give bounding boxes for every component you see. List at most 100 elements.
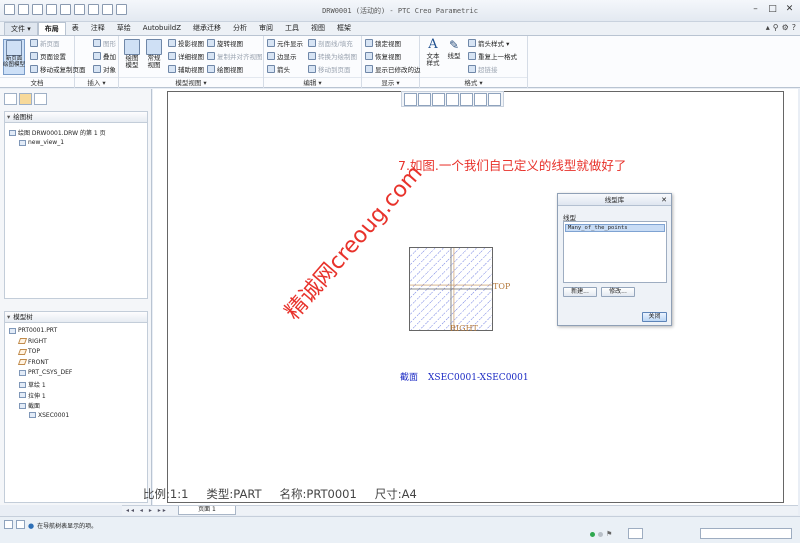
hatch-fill-button[interactable]: 剖面线/填充 <box>308 38 353 48</box>
model-tree-item[interactable]: TOP <box>17 348 40 355</box>
redo-icon[interactable] <box>74 4 85 15</box>
folder-tab-icon[interactable] <box>19 93 32 105</box>
ribbon-tab-2[interactable]: 表 <box>66 22 85 35</box>
model-tree-item-label: 草绘 1 <box>28 382 46 389</box>
ribbon-tab-6[interactable]: 继承迁移 <box>187 22 227 35</box>
line-style-list-item[interactable]: Many_of_the_points <box>565 224 665 232</box>
general-view-button[interactable]: 常规 视图 <box>144 39 164 75</box>
settings-icon[interactable]: ⚙ <box>782 23 789 32</box>
new-page-big-button[interactable]: 新页面 绘图模型 <box>3 39 25 75</box>
regenerate-icon[interactable] <box>88 4 99 15</box>
show-modified-edges-button[interactable]: 显示已修改的边 <box>365 64 421 74</box>
collapse-icon[interactable]: ▾ <box>7 112 10 122</box>
open-icon[interactable] <box>32 4 43 15</box>
windows-icon[interactable] <box>102 4 113 15</box>
model-tree-item[interactable]: PRT_CSYS_DEF <box>19 369 72 376</box>
hyperlink-button[interactable]: 超链接 <box>468 64 498 74</box>
zoom-out-icon[interactable] <box>432 93 445 106</box>
undo-icon[interactable] <box>60 4 71 15</box>
restore-view-button[interactable]: 恢复视图 <box>365 51 401 61</box>
arrow-style-button[interactable]: 箭头样式 ▾ <box>468 38 509 48</box>
auxiliary-view-button[interactable]: 辅助视图 <box>168 64 204 74</box>
ribbon-tab-7[interactable]: 分析 <box>227 22 253 35</box>
ribbon-tab-3[interactable]: 注释 <box>85 22 111 35</box>
lock-view-button[interactable]: 锁定视图 <box>365 38 401 48</box>
overlay-button[interactable]: 叠加 <box>93 51 116 61</box>
favorites-tab-icon[interactable] <box>34 93 47 105</box>
model-tree-item[interactable]: 截面 <box>19 401 40 410</box>
detailed-view-button[interactable]: 详细视图 <box>168 51 204 61</box>
drawing-model-button[interactable]: 绘图 模型 <box>122 39 142 75</box>
tree-tab-icon[interactable] <box>4 93 17 105</box>
new-page-button[interactable]: 新页面 <box>30 38 60 48</box>
model-tree-item[interactable]: FRONT <box>17 359 49 366</box>
model-tree-item[interactable]: 草绘 1 <box>19 380 46 389</box>
ribbon-tab-0[interactable]: 文件 ▾ <box>4 22 38 35</box>
help-icon[interactable]: ? <box>792 23 796 32</box>
arrow-button[interactable]: 箭头 <box>267 64 290 74</box>
flag-icon[interactable]: ⚑ <box>606 530 612 538</box>
ribbon-tab-4[interactable]: 草绘 <box>111 22 137 35</box>
ribbon-tab-10[interactable]: 视图 <box>305 22 331 35</box>
model-tree-item[interactable]: RIGHT <box>17 338 47 345</box>
page-navigation-arrows[interactable]: ◂◂ ◂ ▸ ▸▸ <box>126 507 168 514</box>
dialog-close-button[interactable]: 关闭 <box>642 312 667 322</box>
ribbon-tab-11[interactable]: 框架 <box>331 22 357 35</box>
repaint-icon[interactable] <box>446 93 459 106</box>
graph-button[interactable]: 图形 <box>93 38 116 48</box>
ribbon-tab-8[interactable]: 审阅 <box>253 22 279 35</box>
ribbon-tab-9[interactable]: 工具 <box>279 22 305 35</box>
dialog-title-bar[interactable]: 线型库 ✕ <box>558 194 671 206</box>
save-icon[interactable] <box>46 4 57 15</box>
move-to-page-button[interactable]: 移动到页面 <box>308 64 351 74</box>
tree-item-view[interactable]: new_view_1 <box>19 139 64 146</box>
revolved-view-button[interactable]: 旋转视图 <box>207 38 243 48</box>
minimize-icon[interactable]: – <box>749 3 762 15</box>
model-tree-item[interactable]: PRT0001.PRT <box>9 327 57 334</box>
edge-display-button[interactable]: 边显示 <box>267 51 297 61</box>
refit-icon[interactable] <box>404 93 417 106</box>
repeat-format-button[interactable]: 重复上一格式 <box>468 51 517 61</box>
section-view[interactable] <box>409 247 493 331</box>
collapse-ribbon-icon[interactable]: ▴ <box>766 23 770 32</box>
close-icon[interactable]: ✕ <box>783 3 796 15</box>
page-bar: ◂◂ ◂ ▸ ▸▸ 页面 1 <box>122 505 798 515</box>
page-setup-button[interactable]: 页面设置 <box>30 51 66 61</box>
section-caption[interactable]: 截面 XSEC0001-XSEC0001 <box>400 370 529 383</box>
show-browser-icon[interactable] <box>16 520 25 529</box>
page-tab-1[interactable]: 页面 1 <box>178 506 236 515</box>
dialog-close-icon[interactable]: ✕ <box>661 194 667 206</box>
drawing-view-button[interactable]: 绘图视图 <box>207 64 243 74</box>
modify-line-style-button[interactable]: 修改... <box>601 287 635 297</box>
annotation-display-icon[interactable] <box>488 93 501 106</box>
new-icon[interactable] <box>18 4 29 15</box>
projection-view-button[interactable]: 投影视图 <box>168 38 204 48</box>
search-icon[interactable]: ⚲ <box>773 23 779 32</box>
maximize-icon[interactable]: □ <box>766 3 779 15</box>
collapse-icon[interactable]: ▾ <box>7 312 10 322</box>
tree-item-sheet[interactable]: 绘图 DRW0001.DRW 的第 1 页 <box>9 128 106 137</box>
saved-orientations-icon[interactable] <box>460 93 473 106</box>
model-tree-header[interactable]: ▾ 模型树 <box>4 311 148 323</box>
close-window-icon[interactable] <box>116 4 127 15</box>
graphics-window[interactable]: 7.如图.一个我们自己定义的线型就做好了 TOP RIGHT 截面 XSEC000… <box>153 89 798 505</box>
line-style-list[interactable]: Many_of_the_points <box>563 221 667 283</box>
model-tree-item[interactable]: 拉伸 1 <box>19 391 46 400</box>
selection-filter-dropdown[interactable] <box>700 528 792 539</box>
smart-select-icon[interactable] <box>628 528 643 539</box>
model-tree-item[interactable]: XSEC0001 <box>29 412 69 419</box>
copy-align-view-button[interactable]: 复制并对齐视图 <box>207 51 263 61</box>
show-navigator-icon[interactable] <box>4 520 13 529</box>
datum-display-icon[interactable] <box>474 93 487 106</box>
drawing-tree-header[interactable]: ▾ 绘图树 <box>4 111 148 123</box>
zoom-in-icon[interactable] <box>418 93 431 106</box>
model-tree: PRT0001.PRT RIGHT TOP FRONT PRT_CSYS_DEF 草绘 1… <box>4 323 148 503</box>
ribbon-tab-5[interactable]: AutobuildZ <box>137 22 187 35</box>
line-style-button[interactable]: ✎ 线型 <box>445 37 463 75</box>
new-line-style-button[interactable]: 新建... <box>563 287 597 297</box>
ribbon-tab-1[interactable]: 布局 <box>37 22 66 35</box>
convert-to-draft-button[interactable]: 转换为绘制图 <box>308 51 357 61</box>
text-style-button[interactable]: A 文本 样式 <box>423 37 443 75</box>
object-button[interactable]: 对象 <box>93 64 116 74</box>
component-display-button[interactable]: 元件显示 <box>267 38 303 48</box>
